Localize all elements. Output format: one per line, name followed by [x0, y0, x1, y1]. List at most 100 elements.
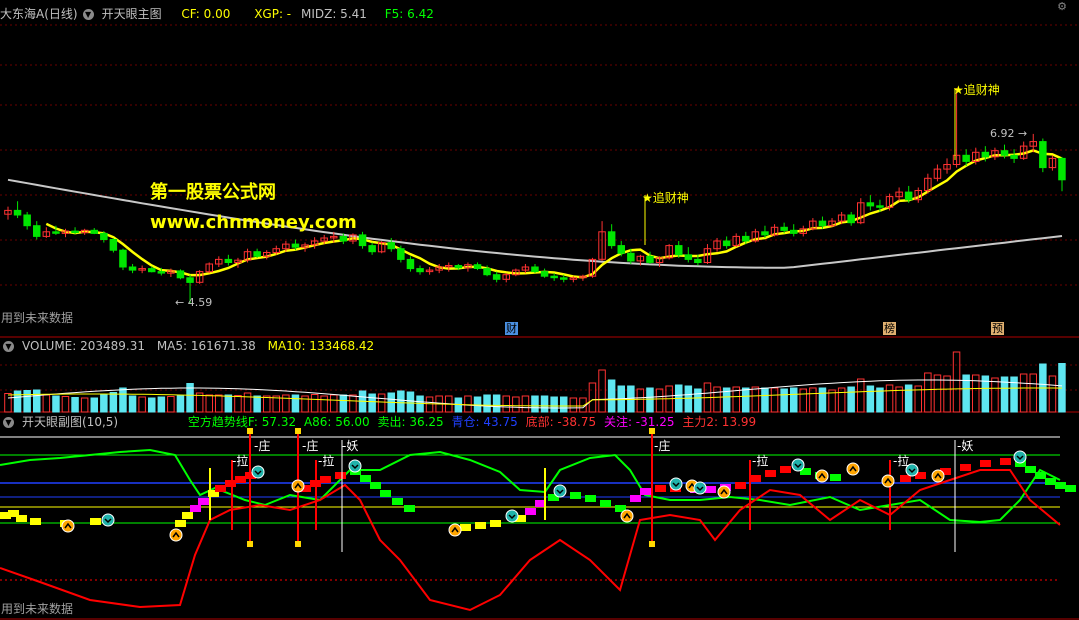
candle-body: [617, 245, 625, 254]
volume-bar: [90, 397, 98, 413]
volume-bar: [607, 379, 616, 413]
band-block: [215, 485, 226, 492]
candle-body: [52, 231, 60, 234]
event-marker-forecast[interactable]: 预: [991, 322, 1004, 335]
band-block: [490, 520, 501, 527]
watermark-title: 第一股票公式网: [150, 182, 276, 203]
volume-bar: [119, 387, 127, 413]
sell-signal-icon: [348, 459, 362, 473]
a86-value: A86: 56.00: [303, 415, 370, 429]
volume-bar: [502, 395, 510, 413]
candle-body: [492, 274, 501, 280]
stock-chart-canvas[interactable]: [0, 0, 1079, 620]
volume-bar: [991, 377, 999, 413]
band-block: [392, 498, 403, 505]
volume-bar: [128, 395, 137, 413]
watch-value: 关注: -31.25: [603, 415, 675, 429]
signal-label-la: -拉: [893, 454, 910, 468]
bottom-value: 底部: -38.75: [525, 415, 597, 429]
volume-bar: [291, 394, 300, 413]
stock-name[interactable]: 大东海A(日线): [0, 7, 78, 21]
volume-bar: [397, 390, 405, 413]
ma5-value: MA5: 161671.38: [156, 339, 256, 353]
volume-bar: [377, 393, 386, 413]
sell-value: 卖出: 36.25: [377, 415, 444, 429]
band-block: [1000, 458, 1011, 465]
volume-bar: [694, 388, 702, 413]
band-block: [830, 474, 841, 481]
volume-bar: [42, 394, 51, 413]
volume-bar: [837, 387, 846, 413]
volume-bar: [742, 387, 750, 413]
candle-body: [1039, 141, 1047, 169]
band-block: [765, 470, 776, 477]
signal-bar-cap: [247, 541, 253, 547]
high-price-label: 6.92 →: [990, 127, 1028, 140]
sell-signal-icon: [669, 477, 683, 491]
volume-bar: [4, 393, 12, 413]
chevron-down-icon[interactable]: ▼: [3, 341, 14, 352]
signal-label-yao: -妖: [957, 439, 974, 453]
volume-bar: [761, 387, 769, 413]
candle-body: [684, 254, 693, 260]
volume-bar: [215, 394, 223, 413]
signal-label-zhuang: -庄: [654, 439, 671, 453]
candle-body: [90, 229, 98, 234]
candle-body: [368, 245, 376, 253]
main-indicator-name[interactable]: 开天眼主图: [102, 7, 162, 21]
volume-bar: [425, 396, 434, 413]
volume-bar: [1019, 373, 1028, 413]
band-block: [30, 518, 41, 525]
candle-body: [148, 268, 156, 273]
signal-bar-cap: [295, 541, 301, 547]
volume-bar: [866, 385, 875, 413]
event-marker-ranking[interactable]: 榜: [883, 322, 896, 335]
candle-body: [675, 245, 683, 256]
candle-body: [13, 209, 22, 216]
volume-bar: [406, 391, 415, 413]
buy-signal-icon: [169, 528, 183, 542]
chevron-down-icon[interactable]: ▼: [3, 417, 14, 428]
band-block: [335, 472, 346, 479]
volume-bar: [924, 372, 932, 413]
signal-label: ★追财神: [953, 83, 1000, 97]
watermark-url: www.chnmoney.com: [150, 212, 357, 233]
volume-bar: [483, 394, 491, 413]
volume-bar: [492, 394, 501, 413]
volume-bar: [80, 397, 89, 413]
future-data-note: 用到未来数据: [1, 602, 74, 616]
future-data-note: 用到未来数据: [1, 311, 74, 325]
volume-bar: [205, 394, 213, 413]
sell-signal-icon: [251, 465, 265, 479]
band-block: [182, 512, 193, 519]
buy-signal-icon: [881, 474, 895, 488]
chevron-down-icon[interactable]: ▼: [82, 9, 94, 20]
sell-signal-icon: [1013, 450, 1027, 464]
buy-signal-icon: [61, 519, 75, 533]
volume-bar: [368, 393, 376, 413]
volume-bar: [349, 394, 357, 413]
band-block: [360, 475, 371, 482]
volume-bar: [253, 395, 261, 413]
candle-body: [358, 234, 367, 247]
buy-signal-icon: [291, 479, 305, 493]
settings-icon[interactable]: ⚙: [1055, 0, 1069, 14]
volume-bar: [339, 394, 348, 413]
sub-indicator-name[interactable]: 开天眼副图(10,5): [22, 415, 118, 429]
event-marker-finance[interactable]: 财: [505, 322, 518, 335]
buy-signal-icon: [620, 509, 634, 523]
candle-body: [186, 277, 194, 283]
band-block: [16, 515, 27, 522]
band-block: [225, 480, 236, 487]
volume-bar: [770, 387, 779, 413]
band-block: [705, 486, 716, 493]
signal-label-zhuang: -庄: [302, 439, 319, 453]
band-block: [735, 482, 746, 489]
volume-bar: [23, 390, 31, 413]
f5-value: F5: 6.42: [384, 7, 434, 21]
volume-bar: [301, 395, 309, 413]
signal-label-la: -拉: [318, 454, 335, 468]
candle-body: [397, 248, 405, 260]
candle-body: [981, 151, 990, 158]
band-block: [370, 482, 381, 489]
